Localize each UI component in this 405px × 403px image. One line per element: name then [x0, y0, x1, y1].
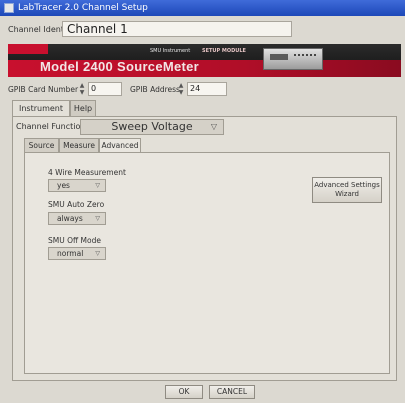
instrument-banner: Model 2400 SourceMeter SMU Instrument SE…	[8, 44, 401, 77]
gpib-row: GPIB Card Number ▲ ▼ 0 GPIB Address ▲ ▼ 24	[0, 80, 405, 100]
channel-identifier-row: Channel Identifier Channel 1	[0, 19, 405, 41]
four-wire-label: 4 Wire Measurement	[48, 168, 126, 177]
gpib-card-label: GPIB Card Number	[8, 85, 79, 94]
gpib-address-stepper[interactable]: ▲ ▼	[177, 82, 185, 96]
chevron-down-icon: ▽	[95, 215, 100, 222]
advanced-settings-line2: Wizard	[335, 190, 359, 198]
channel-function-value: Sweep Voltage	[111, 120, 193, 133]
four-wire-select[interactable]: yes ▽	[48, 179, 106, 192]
off-mode-select[interactable]: normal ▽	[48, 247, 106, 260]
gpib-address-label: GPIB Address	[130, 85, 180, 94]
four-wire-value: yes	[57, 181, 70, 190]
channel-identifier-input[interactable]: Channel 1	[62, 21, 292, 37]
chevron-down-icon: ▽	[95, 182, 100, 189]
cancel-button[interactable]: CANCEL	[209, 385, 255, 399]
chevron-down-icon: ▽	[95, 250, 100, 257]
tab-advanced[interactable]: Advanced	[99, 138, 141, 153]
gpib-address-input[interactable]: 24	[187, 82, 227, 96]
instrument-display	[270, 54, 288, 60]
instrument-model-title: Model 2400 SourceMeter	[40, 59, 200, 74]
advanced-settings-wizard-button[interactable]: Advanced Settings Wizard	[312, 177, 382, 203]
app-icon	[4, 3, 14, 13]
instrument-image	[263, 48, 323, 70]
channel-function-label: Channel Function	[16, 122, 86, 131]
auto-zero-label: SMU Auto Zero	[48, 200, 105, 209]
off-mode-label: SMU Off Mode	[48, 236, 101, 245]
tab-measure[interactable]: Measure	[59, 138, 99, 152]
setup-module-tag: SETUP MODULE	[202, 48, 246, 54]
advanced-settings-line1: Advanced Settings	[314, 181, 380, 189]
chevron-down-icon: ▽	[210, 122, 217, 131]
gpib-card-stepper[interactable]: ▲ ▼	[78, 82, 86, 96]
banner-red-accent	[8, 44, 48, 54]
off-mode-value: normal	[57, 249, 84, 258]
title-bar[interactable]: LabTracer 2.0 Channel Setup	[0, 0, 405, 16]
instrument-tag: SMU Instrument	[150, 48, 191, 54]
tab-source[interactable]: Source	[24, 138, 59, 152]
gpib-card-input[interactable]: 0	[88, 82, 122, 96]
tab-instrument-setup[interactable]: Instrument Setup	[12, 100, 70, 129]
channel-function-select[interactable]: Sweep Voltage ▽	[80, 119, 224, 135]
channel-setup-window: LabTracer 2.0 Channel Setup Channel Iden…	[0, 0, 405, 403]
ok-button[interactable]: OK	[165, 385, 203, 399]
auto-zero-select[interactable]: always ▽	[48, 212, 106, 225]
tab-help[interactable]: Help	[70, 100, 96, 116]
window-title: LabTracer 2.0 Channel Setup	[18, 3, 148, 13]
instrument-knobs	[294, 54, 316, 66]
auto-zero-value: always	[57, 214, 83, 223]
